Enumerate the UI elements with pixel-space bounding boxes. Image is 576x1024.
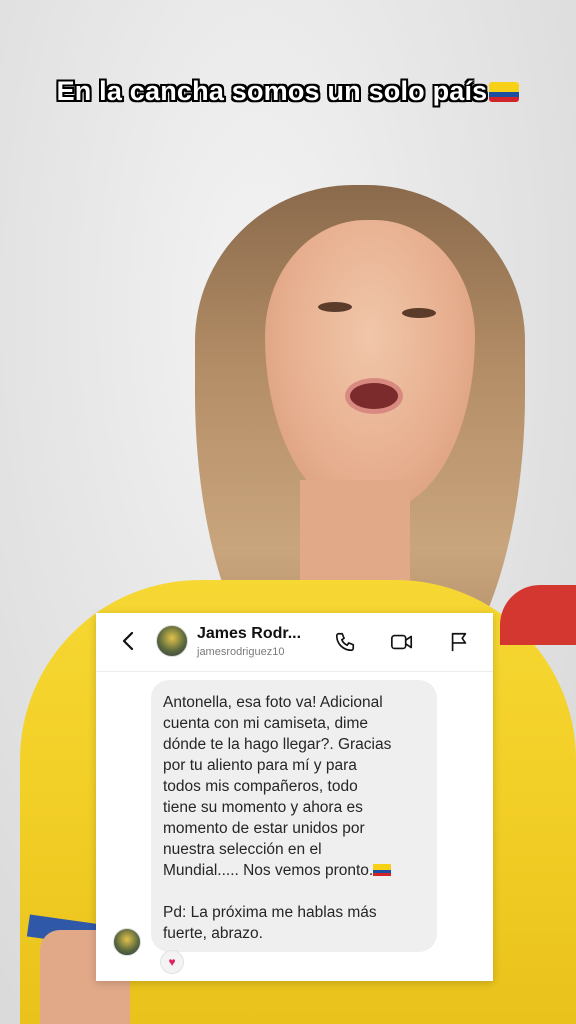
video-camera-icon[interactable] xyxy=(390,631,413,653)
contact-avatar[interactable] xyxy=(156,625,188,657)
message-line: por tu aliento para mí y para xyxy=(163,757,357,774)
message-line: dónde te la hago llegar?. Gracias xyxy=(163,736,392,753)
phone-icon[interactable] xyxy=(334,631,356,653)
sender-avatar[interactable] xyxy=(113,928,141,956)
video-caption: En la cancha somos un solo país xyxy=(0,76,576,107)
flag-icon[interactable] xyxy=(448,631,470,653)
message-line: Antonella, esa foto va! Adicional xyxy=(163,694,383,711)
colombia-flag-icon xyxy=(489,82,520,102)
right-eye xyxy=(402,308,436,318)
mouth xyxy=(345,378,403,414)
message-line: todos mis compañeros, todo xyxy=(163,778,358,795)
caption-text: En la cancha somos un solo país xyxy=(56,76,488,106)
ps-line: fuerte, abrazo. xyxy=(163,925,263,942)
message-bubble[interactable]: Antonella, esa foto va! Adicional cuenta… xyxy=(151,680,437,952)
message-line: nuestra selección en el xyxy=(163,841,322,858)
heart-reaction-icon[interactable]: ♥ xyxy=(160,950,184,974)
dm-screenshot-card: James Rodr... jamesrodriguez10 Antonella… xyxy=(96,613,493,981)
header-divider xyxy=(96,671,493,672)
message-line-last: Mundial..... Nos vemos pronto. xyxy=(163,860,425,881)
contact-name[interactable]: James Rodr... xyxy=(197,625,301,643)
contact-handle: jamesrodriguez10 xyxy=(197,646,285,658)
message-line: tiene su momento y ahora es xyxy=(163,799,363,816)
message-line: momento de estar unidos por xyxy=(163,820,365,837)
message-line: cuenta con mi camiseta, dime xyxy=(163,715,369,732)
left-eye xyxy=(318,302,352,312)
ps-line: Pd: La próxima me hablas más xyxy=(163,904,377,921)
dm-header: James Rodr... jamesrodriguez10 xyxy=(96,613,493,671)
colombia-flag-icon xyxy=(373,864,392,876)
back-chevron-icon[interactable] xyxy=(118,627,138,655)
message-line: Mundial..... Nos vemos pronto. xyxy=(163,862,374,879)
jersey-red-trim xyxy=(500,585,576,645)
